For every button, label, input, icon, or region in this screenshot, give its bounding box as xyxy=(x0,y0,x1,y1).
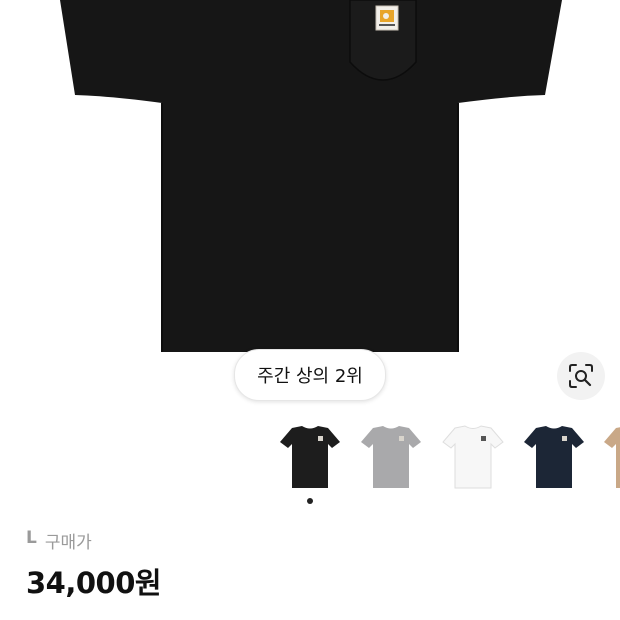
thumbnail-black[interactable] xyxy=(278,422,342,490)
thumbnail-tan[interactable] xyxy=(602,422,620,490)
color-thumbnail-strip[interactable] xyxy=(278,422,620,492)
size-label: L xyxy=(26,528,37,548)
tshirt-image xyxy=(60,0,562,352)
tshirt-navy-image xyxy=(524,426,584,488)
tshirt-tan-image xyxy=(604,427,620,488)
price: 34,000원 xyxy=(26,566,162,600)
tshirt-white-image xyxy=(442,425,504,489)
thumbnail-gray[interactable] xyxy=(359,422,423,490)
active-thumbnail-indicator xyxy=(307,498,313,504)
thumbnail-navy[interactable] xyxy=(522,422,586,490)
tshirt-gray-image xyxy=(361,426,421,488)
tshirt-black-image xyxy=(280,426,340,488)
image-search-icon xyxy=(569,364,593,388)
thumbnail-white[interactable] xyxy=(441,422,505,490)
brand-label xyxy=(375,5,399,31)
product-main-image[interactable] xyxy=(0,0,620,352)
price-label: 구매가 xyxy=(44,533,92,553)
ranking-badge-text: 주간 상의 2위 xyxy=(257,366,363,387)
ranking-badge: 주간 상의 2위 xyxy=(234,349,386,401)
size-price-label-row: L 구매가 xyxy=(26,528,92,553)
image-search-button[interactable] xyxy=(557,352,605,400)
